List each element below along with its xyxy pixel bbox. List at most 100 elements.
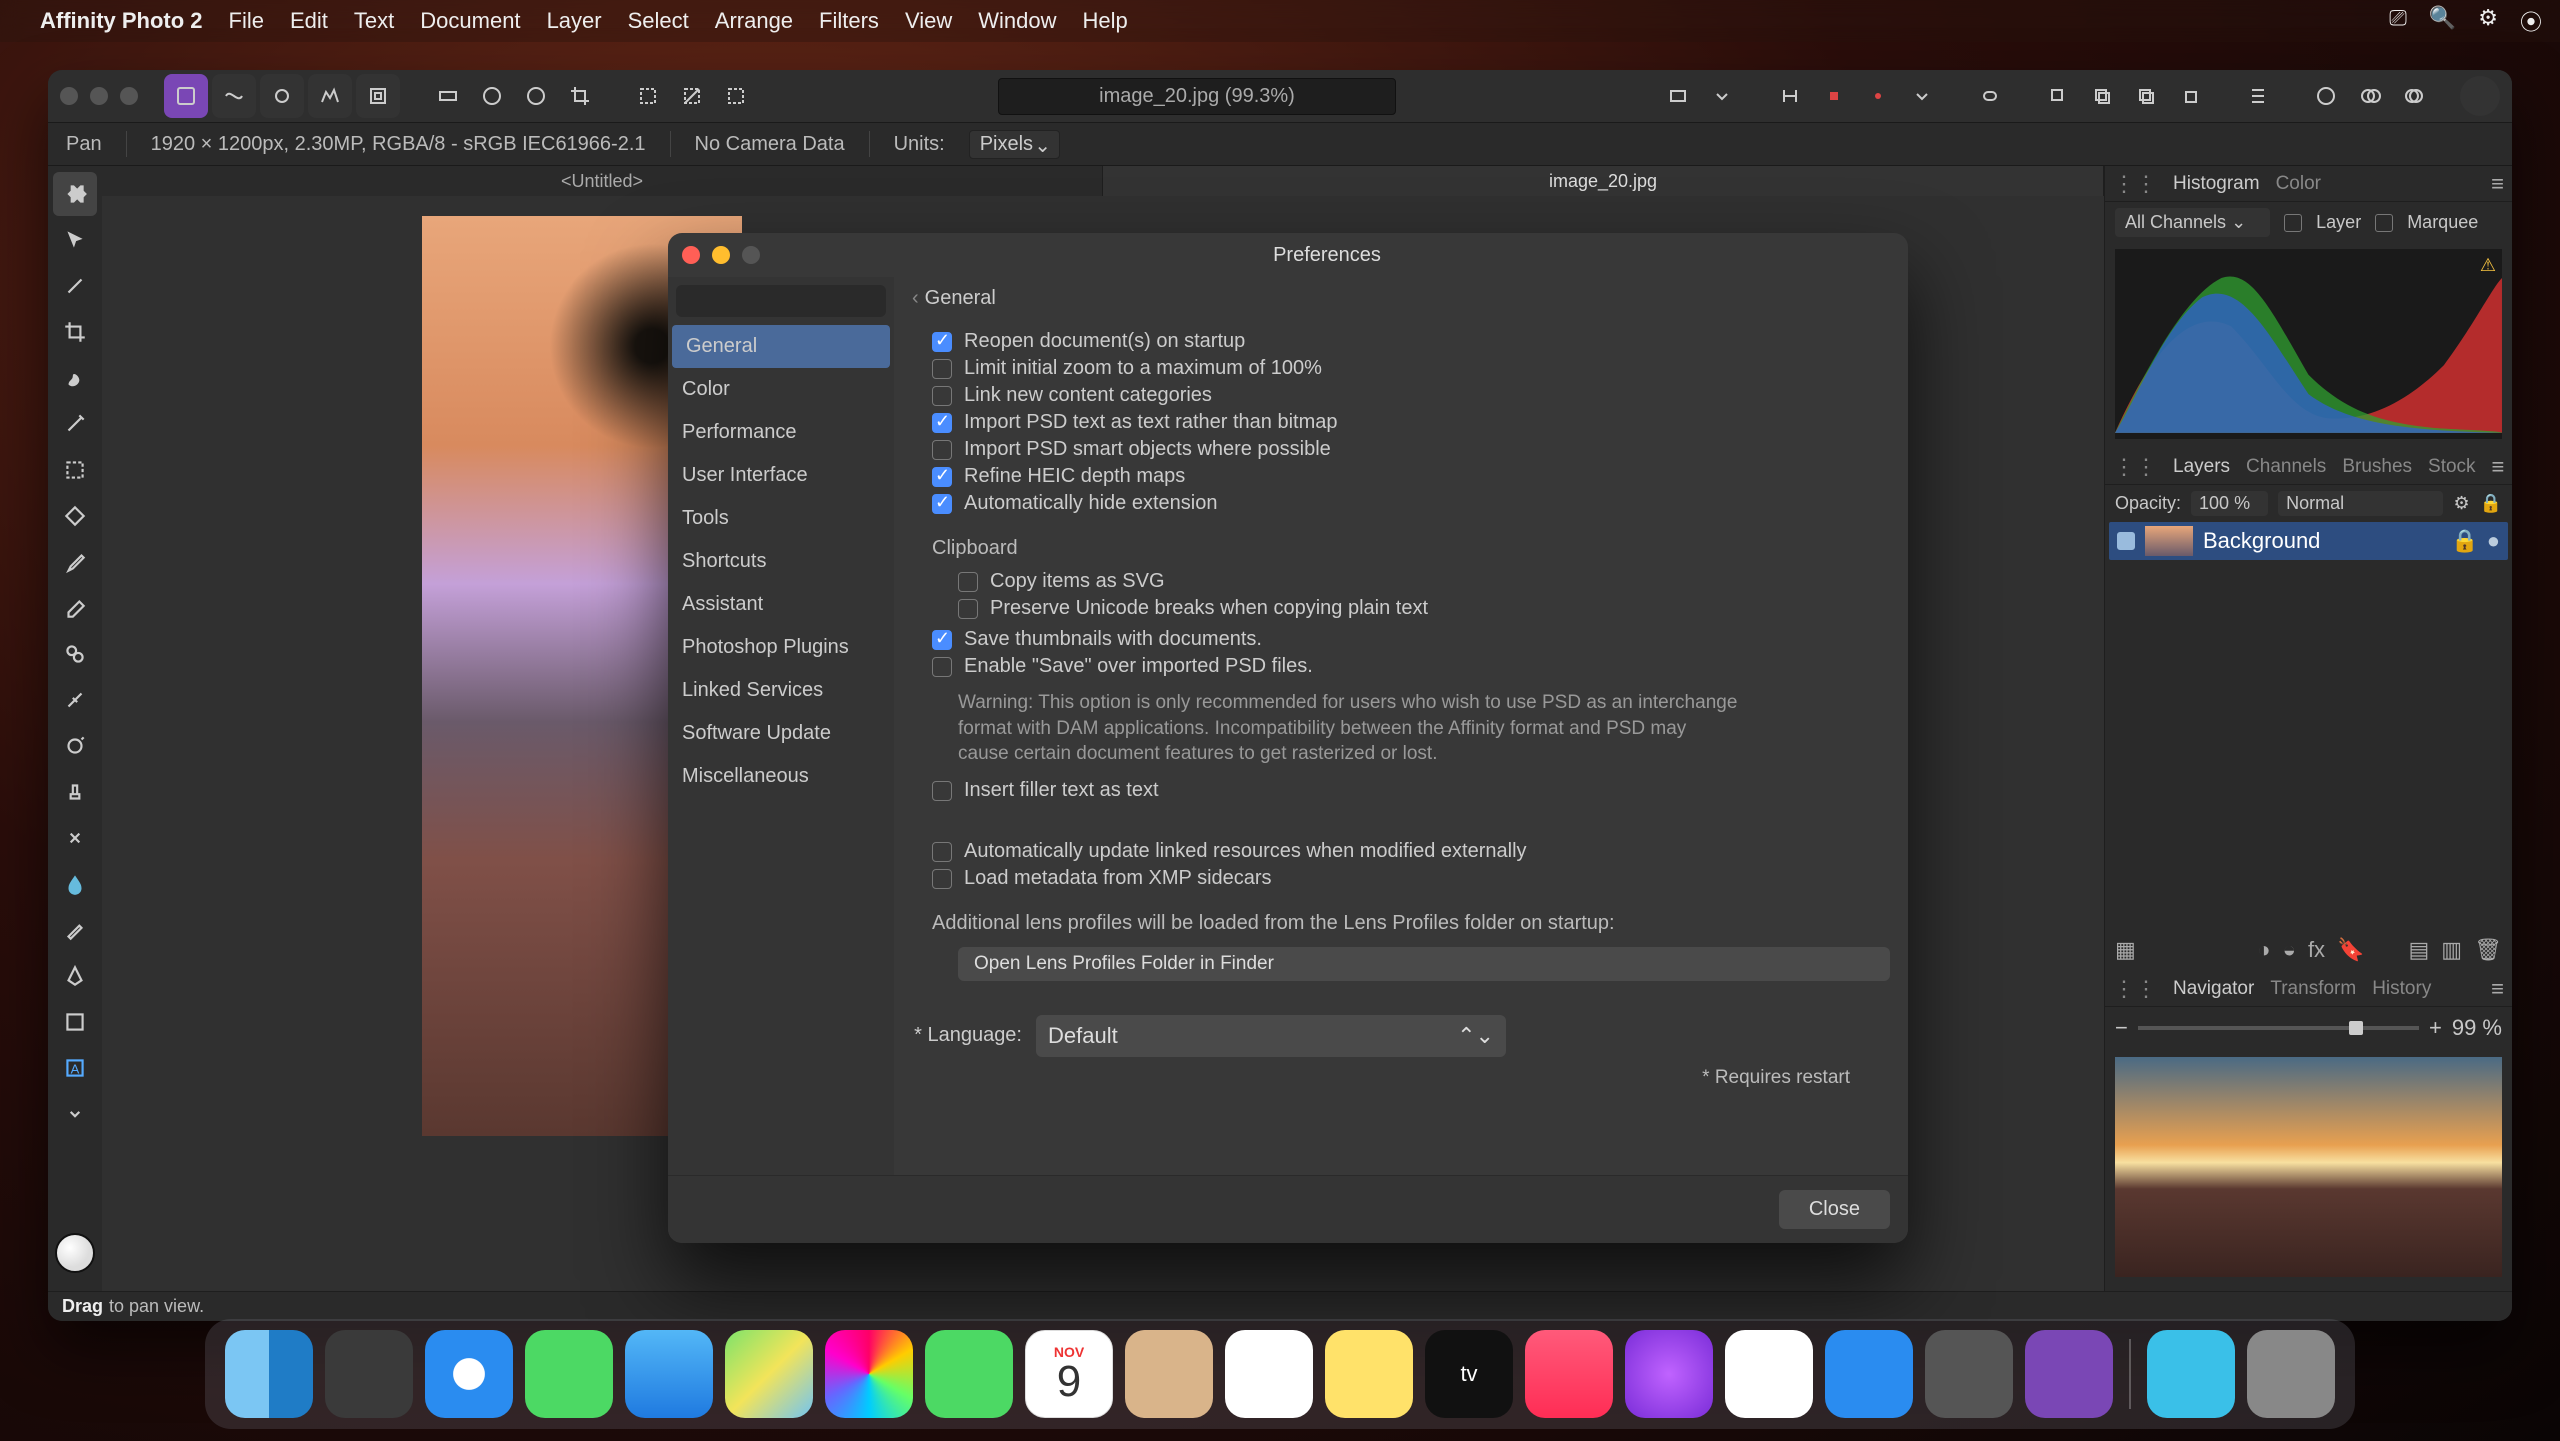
- layer-visibility-checkbox[interactable]: [2117, 532, 2135, 550]
- snap-settings-icon[interactable]: [1858, 76, 1898, 116]
- dodge-brush-tool-icon[interactable]: [53, 724, 97, 768]
- tab-brushes[interactable]: Brushes: [2342, 456, 2412, 478]
- pref-checkbox[interactable]: [932, 842, 952, 862]
- dock-photos-icon[interactable]: [825, 1330, 913, 1418]
- menu-view[interactable]: View: [905, 8, 952, 34]
- menu-arrange[interactable]: Arrange: [715, 8, 793, 34]
- histogram-marquee-checkbox[interactable]: [2375, 214, 2393, 232]
- assistant-icon[interactable]: [1970, 76, 2010, 116]
- mask-layer-icon[interactable]: ▦: [2115, 937, 2136, 963]
- arrange-back-icon[interactable]: [2038, 76, 2078, 116]
- pref-checkbox[interactable]: [932, 386, 952, 406]
- text-tool-icon[interactable]: A: [53, 1046, 97, 1090]
- flood-fill-tool-icon[interactable]: [53, 494, 97, 538]
- dock-downloads-icon[interactable]: [2147, 1330, 2235, 1418]
- document-tab-image20[interactable]: image_20.jpg: [1103, 166, 2104, 196]
- pref-checkbox[interactable]: [932, 781, 952, 801]
- quicklook-icon[interactable]: [1658, 76, 1698, 116]
- add-icon[interactable]: [2306, 76, 2346, 116]
- app-name[interactable]: Affinity Photo 2: [40, 8, 203, 34]
- dock-launchpad-icon[interactable]: [325, 1330, 413, 1418]
- dock-settings-icon[interactable]: [1925, 1330, 2013, 1418]
- units-select[interactable]: Pixels ⌄: [969, 130, 1060, 159]
- menu-file[interactable]: File: [229, 8, 264, 34]
- open-lens-folder-button[interactable]: Open Lens Profiles Folder in Finder: [958, 947, 1890, 981]
- help-status-icon[interactable]: ⦿: [2520, 5, 2542, 37]
- panel-menu-icon[interactable]: ≡: [2492, 454, 2505, 480]
- menu-filters[interactable]: Filters: [819, 8, 879, 34]
- prefs-cat-color[interactable]: Color: [668, 368, 894, 411]
- menu-window[interactable]: Window: [978, 8, 1056, 34]
- rectangle-tool-icon[interactable]: [53, 1000, 97, 1044]
- dock-news-icon[interactable]: [1725, 1330, 1813, 1418]
- dock-finder-icon[interactable]: [225, 1330, 313, 1418]
- adjust-icon[interactable]: [472, 76, 512, 116]
- prefs-minimize-icon[interactable]: [712, 246, 730, 264]
- spotlight-icon[interactable]: 🔍: [2429, 5, 2456, 37]
- panel-menu-icon[interactable]: ≡: [2491, 976, 2504, 1002]
- control-center-icon[interactable]: ⚙: [2478, 5, 2498, 37]
- pref-checkbox[interactable]: [932, 494, 952, 514]
- intersect-icon[interactable]: [2394, 76, 2434, 116]
- prefs-search-input[interactable]: [676, 285, 886, 317]
- dock-notes-icon[interactable]: [1325, 1330, 1413, 1418]
- menu-select[interactable]: Select: [628, 8, 689, 34]
- dropdown-icon[interactable]: [1702, 76, 1742, 116]
- tab-stock[interactable]: Stock: [2428, 456, 2476, 478]
- window-close-icon[interactable]: [60, 87, 78, 105]
- blur-brush-tool-icon[interactable]: [53, 862, 97, 906]
- pen-tool-icon[interactable]: [53, 954, 97, 998]
- swatches-icon[interactable]: [428, 76, 468, 116]
- prefs-cat-update[interactable]: Software Update: [668, 712, 894, 755]
- fx-layer-icon[interactable]: fx: [2308, 937, 2325, 963]
- prefs-cat-misc[interactable]: Miscellaneous: [668, 755, 894, 798]
- prefs-cat-psplugins[interactable]: Photoshop Plugins: [668, 626, 894, 669]
- account-avatar-icon[interactable]: [2460, 76, 2500, 116]
- menu-edit[interactable]: Edit: [290, 8, 328, 34]
- language-select[interactable]: Default⌃⌄: [1036, 1015, 1506, 1057]
- prefs-close-icon[interactable]: [682, 246, 700, 264]
- pref-checkbox[interactable]: [932, 440, 952, 460]
- view-tool-icon[interactable]: [53, 172, 97, 216]
- crop-icon[interactable]: [560, 76, 600, 116]
- dock-mail-icon[interactable]: [625, 1330, 713, 1418]
- tab-channels[interactable]: Channels: [2246, 456, 2326, 478]
- selection-brush-tool-icon[interactable]: [53, 356, 97, 400]
- zoom-out-button[interactable]: −: [2115, 1015, 2128, 1041]
- dock-reminders-icon[interactable]: [1225, 1330, 1313, 1418]
- selection-all-icon[interactable]: [628, 76, 668, 116]
- prefs-cat-general[interactable]: General: [672, 325, 890, 368]
- dock-trash-icon[interactable]: [2247, 1330, 2335, 1418]
- dock-maps-icon[interactable]: [725, 1330, 813, 1418]
- pref-checkbox[interactable]: [932, 657, 952, 677]
- layer-lock-icon[interactable]: 🔒: [2480, 493, 2502, 514]
- prefs-cat-ui[interactable]: User Interface: [668, 454, 894, 497]
- dock-tv-icon[interactable]: tv: [1425, 1330, 1513, 1418]
- prefs-cat-shortcuts[interactable]: Shortcuts: [668, 540, 894, 583]
- selection-invert-icon[interactable]: [716, 76, 756, 116]
- stamp-tool-icon[interactable]: [53, 770, 97, 814]
- menu-help[interactable]: Help: [1082, 8, 1127, 34]
- tab-navigator[interactable]: Navigator: [2173, 978, 2254, 1000]
- panel-handle-icon[interactable]: ⋮⋮: [2113, 976, 2157, 1002]
- move-tool-icon[interactable]: [53, 218, 97, 262]
- live-filter-layer-icon[interactable]: ◒: [2283, 937, 2296, 963]
- dropdown2-icon[interactable]: [1902, 76, 1942, 116]
- dock-safari-icon[interactable]: [425, 1330, 513, 1418]
- erase-brush-tool-icon[interactable]: [53, 586, 97, 630]
- dock-calendar-icon[interactable]: NOV9: [1025, 1330, 1113, 1418]
- snap-toggle-icon[interactable]: [1770, 76, 1810, 116]
- dock-music-icon[interactable]: [1525, 1330, 1613, 1418]
- navigator-thumbnail[interactable]: [2115, 1057, 2502, 1277]
- window-minimize-icon[interactable]: [90, 87, 108, 105]
- arrange-forward-icon[interactable]: [2126, 76, 2166, 116]
- color-wheel-icon[interactable]: [516, 76, 556, 116]
- pref-checkbox[interactable]: [932, 869, 952, 889]
- menu-document[interactable]: Document: [420, 8, 520, 34]
- pref-checkbox[interactable]: [958, 572, 978, 592]
- menu-layer[interactable]: Layer: [547, 8, 602, 34]
- tab-transform[interactable]: Transform: [2270, 978, 2356, 1000]
- panel-handle-icon[interactable]: ⋮⋮: [2113, 454, 2157, 480]
- tab-layers[interactable]: Layers: [2173, 456, 2230, 478]
- color-picker-tool-icon[interactable]: [53, 264, 97, 308]
